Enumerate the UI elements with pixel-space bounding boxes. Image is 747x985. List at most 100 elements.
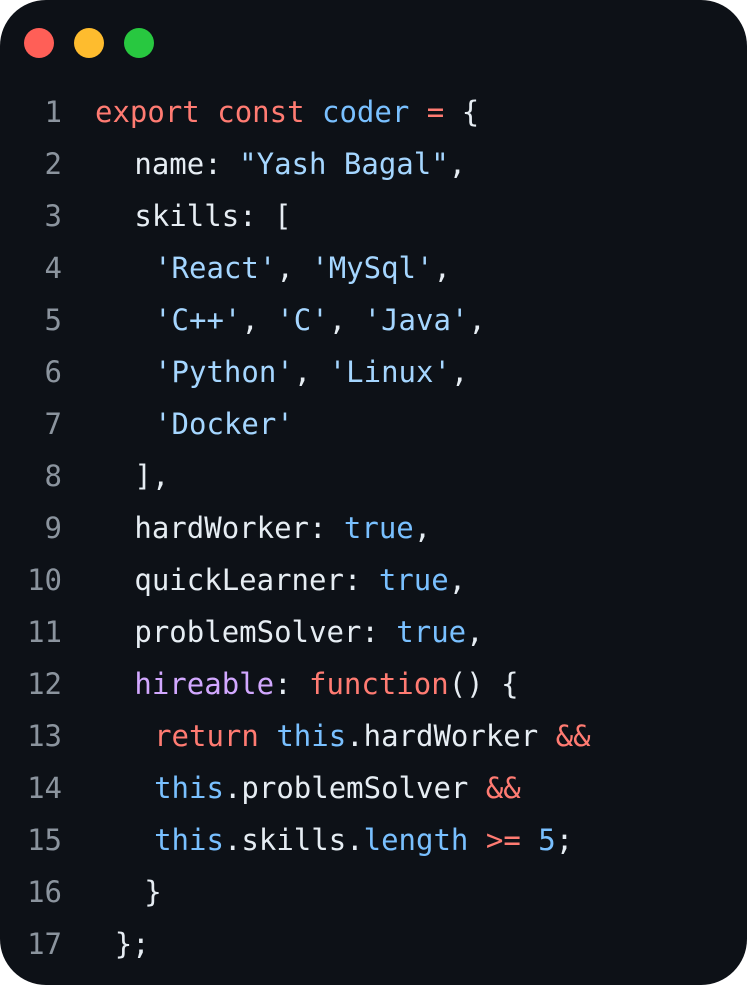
code-token: this <box>154 823 224 857</box>
code-line: 2 name: "Yash Bagal", <box>0 138 747 190</box>
line-number: 4 <box>44 251 62 285</box>
code-token: hireable <box>134 667 275 701</box>
code-line-content: return this.hardWorker && <box>154 710 591 762</box>
code-token: , <box>241 303 277 337</box>
maximize-button[interactable] <box>124 28 154 58</box>
code-token: problemSolver <box>134 615 362 649</box>
code-token: ; <box>555 823 574 857</box>
line-number: 3 <box>44 199 62 233</box>
code-token: : <box>309 511 344 545</box>
line-number: 11 <box>27 615 62 649</box>
code-line-content: 'Python', 'Linux', <box>154 346 468 398</box>
code-token: export <box>95 95 200 129</box>
code-token: function <box>309 667 449 701</box>
code-token: skills <box>134 199 240 233</box>
code-token: }; <box>114 927 150 961</box>
code-token: length <box>363 823 469 857</box>
code-editor[interactable]: 1 export const coder = { 2 name: "Yash Baga… <box>0 86 747 970</box>
line-number: 9 <box>44 511 62 545</box>
code-line: 11 problemSolver: true, <box>0 606 747 658</box>
code-token: return <box>154 719 259 753</box>
code-token: 'C' <box>276 303 329 337</box>
code-token: , <box>448 147 467 181</box>
code-line: 14 this.problemSolver && <box>0 762 747 814</box>
code-line-content: quickLearner: true, <box>134 554 466 606</box>
code-line-content: }; <box>115 918 150 970</box>
code-token: } <box>144 875 162 909</box>
code-token: .hardWorker <box>346 719 556 753</box>
line-number: 15 <box>27 823 62 857</box>
code-line: 1 export const coder = { <box>0 86 747 138</box>
code-token: .skills. <box>223 823 364 857</box>
code-token: : <box>343 563 379 597</box>
code-token: { <box>444 95 480 129</box>
code-line-content: } <box>144 866 161 918</box>
code-token: && <box>555 719 591 753</box>
code-token: >= <box>485 823 521 857</box>
code-line-content: name: "Yash Bagal", <box>134 138 466 190</box>
code-token: 'Docker' <box>154 407 294 441</box>
code-window: 1 export const coder = { 2 name: "Yash Baga… <box>0 0 747 985</box>
code-line-content: this.skills.length >= 5; <box>154 814 573 866</box>
code-token: , <box>466 615 484 649</box>
line-number: 12 <box>27 667 62 701</box>
code-token: () { <box>448 667 519 701</box>
code-line-content: export const coder = { <box>95 86 479 138</box>
code-line: 15 this.skills.length >= 5; <box>0 814 747 866</box>
code-line: 10 quickLearner: true, <box>0 554 747 606</box>
code-token: const <box>217 95 305 129</box>
code-line: 13 return this.hardWorker && <box>0 710 747 762</box>
line-number: 10 <box>27 563 62 597</box>
line-number: 17 <box>27 927 62 961</box>
code-line: 3 skills: [ <box>0 190 747 242</box>
code-line-content: hardWorker: true, <box>134 502 431 554</box>
code-token: 'Python' <box>154 355 294 389</box>
code-token: true <box>396 615 467 649</box>
line-number: 2 <box>44 147 62 181</box>
code-line-content: skills: [ <box>134 190 291 242</box>
code-token: .problemSolver <box>223 771 486 805</box>
code-token: 'MySql' <box>311 251 434 285</box>
code-token: name <box>134 147 205 181</box>
code-token: 5 <box>538 823 556 857</box>
code-line: 12 hireable: function() { <box>0 658 747 710</box>
code-token: 'Java' <box>363 303 469 337</box>
code-line: 5 'C++', 'C', 'Java', <box>0 294 747 346</box>
code-line-content: this.problemSolver && <box>154 762 521 814</box>
code-token: , <box>468 303 486 337</box>
line-number: 13 <box>27 719 62 753</box>
code-token: "Yash Bagal" <box>239 147 449 181</box>
code-token: && <box>485 771 521 805</box>
code-line: 8], <box>0 450 747 502</box>
code-line-content: 'Docker' <box>154 398 294 450</box>
code-token: coder <box>322 95 410 129</box>
code-line: 4 'React', 'MySql', <box>0 242 747 294</box>
code-token: , <box>328 303 364 337</box>
code-token: : <box>274 667 309 701</box>
code-token: true <box>343 511 414 545</box>
code-token: hardWorker <box>134 511 309 545</box>
code-line-content: 'React', 'MySql', <box>154 242 451 294</box>
code-line-content: hireable: function() { <box>134 658 518 710</box>
line-number: 14 <box>27 771 62 805</box>
code-line: 16} <box>0 866 747 918</box>
code-token: : [ <box>239 199 292 233</box>
code-token: , <box>450 355 469 389</box>
code-line: 6 'Python', 'Linux', <box>0 346 747 398</box>
line-number: 5 <box>44 303 62 337</box>
code-token: 'React' <box>154 251 277 285</box>
code-line: 7 'Docker' <box>0 398 747 450</box>
close-button[interactable] <box>24 28 54 58</box>
code-line-content: ], <box>134 450 169 502</box>
code-token: : <box>361 615 397 649</box>
code-token: , <box>293 355 329 389</box>
code-line: 17}; <box>0 918 747 970</box>
line-number: 1 <box>44 95 62 129</box>
minimize-button[interactable] <box>74 28 104 58</box>
code-token: , <box>276 251 312 285</box>
